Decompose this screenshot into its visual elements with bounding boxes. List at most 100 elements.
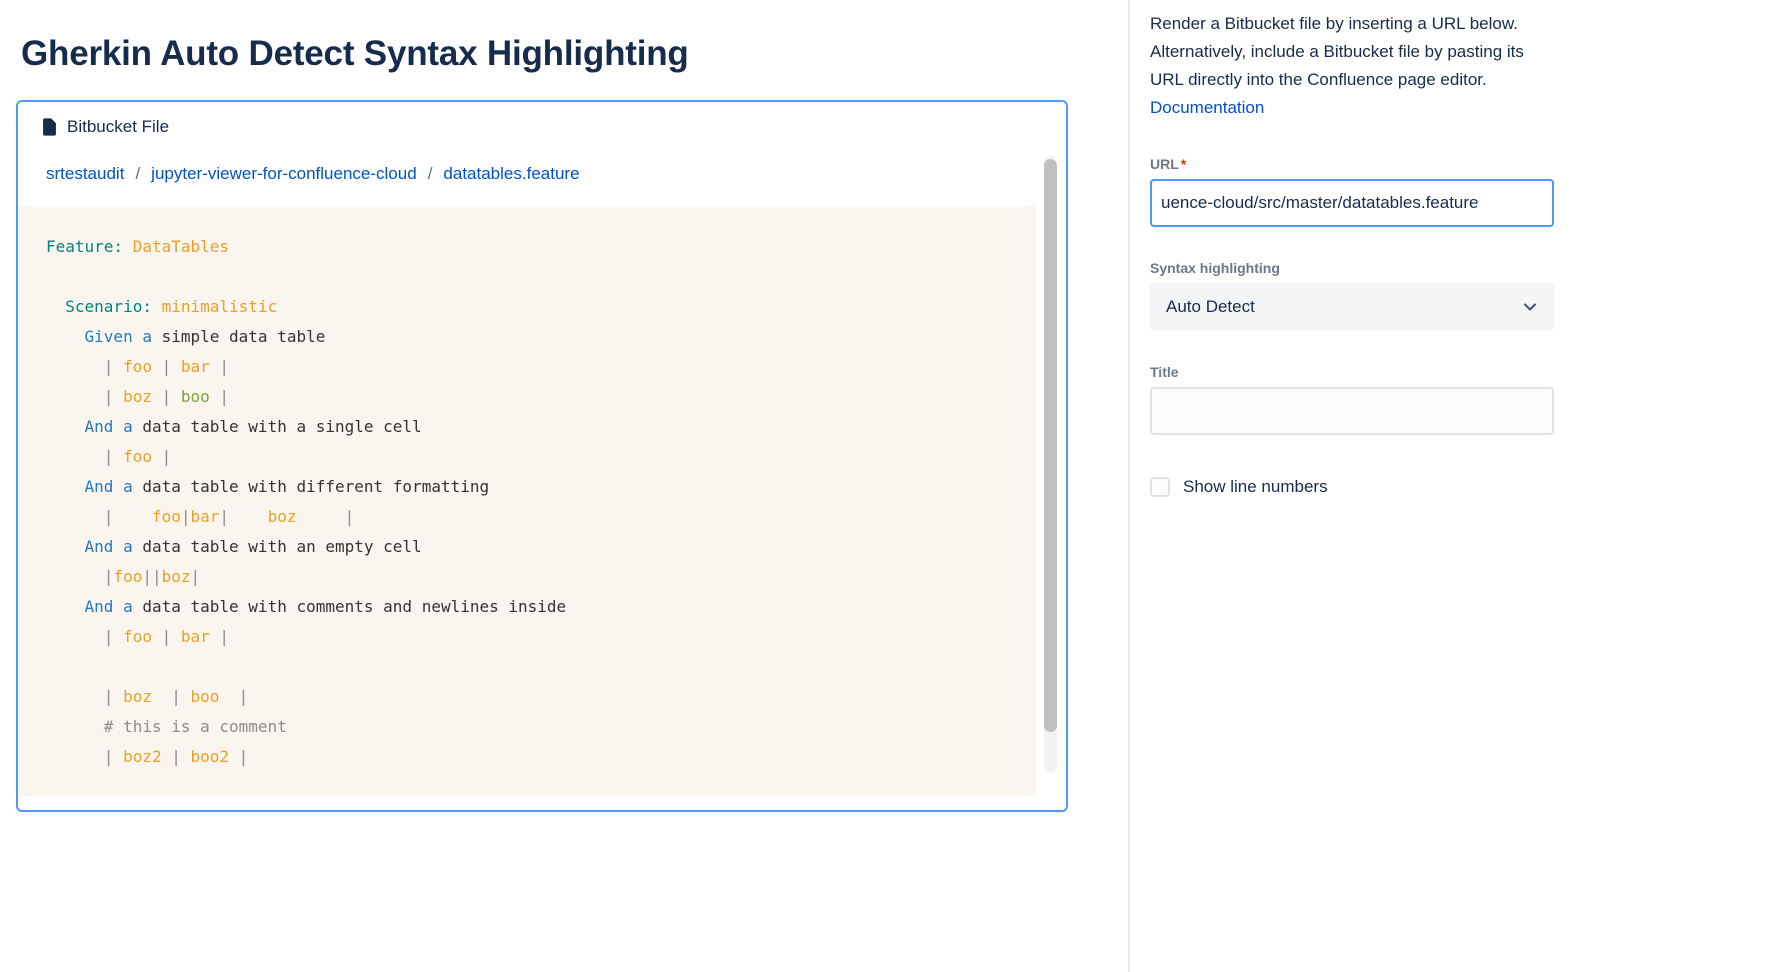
code-line: Given a simple data table (46, 322, 1016, 352)
code-token: | (104, 447, 123, 466)
code-token: bar (191, 507, 220, 526)
code-token: boz2 (123, 747, 162, 766)
code-token: | (104, 567, 114, 586)
macro-config-panel: Render a Bitbucket file by inserting a U… (1128, 0, 1778, 972)
code-token: | (104, 357, 123, 376)
code-token: boz (162, 567, 191, 586)
show-line-numbers-label: Show line numbers (1183, 477, 1328, 497)
code-token: foo (123, 447, 152, 466)
code-line: And a data table with comments and newli… (46, 592, 1016, 622)
code-token (152, 297, 162, 316)
code-token: data table with comments and newlines in… (133, 597, 566, 616)
code-line: | foo | bar | (46, 622, 1016, 652)
code-token: || (142, 567, 161, 586)
macro-description: Render a Bitbucket file by inserting a U… (1150, 10, 1554, 122)
file-icon (42, 118, 57, 136)
code-token (219, 687, 238, 706)
code-token: foo (123, 627, 152, 646)
scrollbar-track[interactable] (1044, 156, 1057, 772)
code-line: | boz | boo | (46, 682, 1016, 712)
code-token (46, 627, 104, 646)
breadcrumb-link[interactable]: datatables.feature (443, 164, 579, 183)
title-label: Title (1150, 364, 1554, 380)
code-token: | (210, 627, 229, 646)
code-token: foo (152, 507, 181, 526)
required-asterisk: * (1181, 156, 1186, 172)
code-line (46, 262, 1016, 292)
code-token (46, 417, 85, 436)
code-token: | (104, 387, 123, 406)
code-token: | (210, 387, 229, 406)
code-token (46, 537, 85, 556)
file-view: srtestaudit / jupyter-viewer-for-confluenc… (18, 148, 1066, 796)
scrollbar-thumb[interactable] (1044, 159, 1057, 732)
bitbucket-file-macro[interactable]: Bitbucket File srtestaudit / jupyter-viewe… (16, 100, 1068, 812)
code-block: Feature: DataTables Scenario: minimalist… (18, 206, 1036, 796)
code-token: And a (85, 537, 133, 556)
chevron-down-icon (1522, 299, 1538, 315)
code-token (123, 237, 133, 256)
code-token (229, 507, 268, 526)
syntax-select-value: Auto Detect (1166, 297, 1255, 317)
page-content: Gherkin Auto Detect Syntax Highlighting … (0, 0, 1128, 972)
syntax-select[interactable]: Auto Detect (1150, 283, 1554, 331)
code-token (46, 717, 104, 736)
code-line: |foo||boz| (46, 562, 1016, 592)
code-token: | (210, 357, 229, 376)
code-token: | (104, 627, 123, 646)
code-token (46, 747, 104, 766)
code-token (46, 687, 104, 706)
code-token: Scenario: (65, 297, 152, 316)
code-token: | (104, 687, 123, 706)
breadcrumb: srtestaudit / jupyter-viewer-for-confluenc… (18, 148, 1066, 206)
code-token (46, 507, 104, 526)
code-token: | (162, 747, 191, 766)
code-token: | (219, 507, 229, 526)
code-token: bar (181, 627, 210, 646)
code-token: | (171, 687, 190, 706)
syntax-label: Syntax highlighting (1150, 260, 1554, 276)
code-token: data table with different formatting (133, 477, 489, 496)
breadcrumb-link[interactable]: srtestaudit (46, 164, 124, 183)
macro-header: Bitbucket File (18, 102, 1066, 148)
code-token: data table with a single cell (133, 417, 422, 436)
code-token: simple data table (152, 327, 325, 346)
code-token (113, 507, 152, 526)
documentation-link[interactable]: Documentation (1150, 98, 1264, 117)
code-token: # this is a comment (104, 717, 287, 736)
code-line: | boz2 | boo2 | (46, 742, 1016, 772)
title-field: Title (1150, 364, 1554, 435)
code-token: boo2 (191, 747, 230, 766)
code-token (46, 387, 104, 406)
code-token: | (229, 747, 248, 766)
code-line: | foo|bar| boz | (46, 502, 1016, 532)
page-title: Gherkin Auto Detect Syntax Highlighting (21, 34, 1128, 74)
code-line: | foo | (46, 442, 1016, 472)
code-token (46, 597, 85, 616)
code-line: And a data table with different formatti… (46, 472, 1016, 502)
code-token: data table with an empty cell (133, 537, 422, 556)
code-line: | foo | bar | (46, 352, 1016, 382)
title-input[interactable] (1150, 387, 1554, 435)
macro-header-label: Bitbucket File (67, 117, 169, 137)
syntax-field: Syntax highlighting Auto Detect (1150, 260, 1554, 331)
code-token: foo (113, 567, 142, 586)
code-token: And a (85, 477, 133, 496)
show-line-numbers-checkbox[interactable] (1150, 477, 1170, 497)
code-line: Scenario: minimalistic (46, 292, 1016, 322)
code-token (297, 507, 345, 526)
breadcrumb-separator: / (428, 164, 433, 183)
code-token: boz (123, 687, 152, 706)
code-token: boz (268, 507, 297, 526)
code-token: bar (181, 357, 210, 376)
code-token: | (104, 747, 123, 766)
code-token: Feature: (46, 237, 123, 256)
code-token: Given a (85, 327, 152, 346)
code-token: And a (85, 597, 133, 616)
url-input[interactable] (1150, 179, 1554, 227)
breadcrumb-link[interactable]: jupyter-viewer-for-confluence-cloud (151, 164, 417, 183)
code-token: | (181, 507, 191, 526)
code-token: | (152, 357, 181, 376)
code-line: And a data table with a single cell (46, 412, 1016, 442)
code-token: | (104, 507, 114, 526)
